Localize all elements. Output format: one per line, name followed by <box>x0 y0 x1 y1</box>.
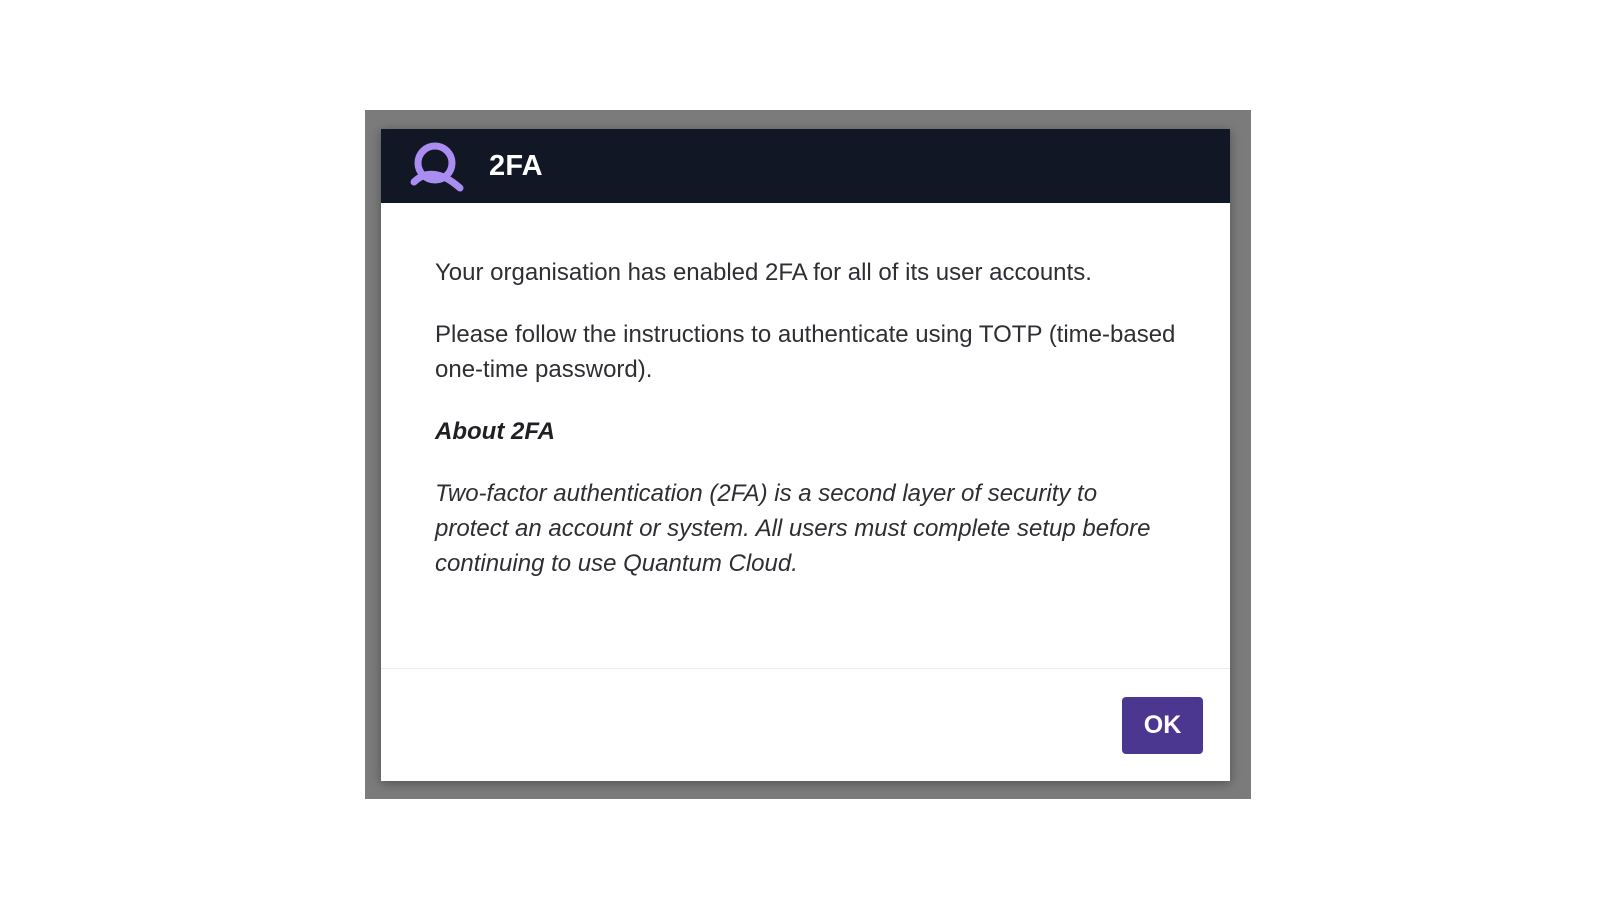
twofa-dialog: 2FA Your organisation has enabled 2FA fo… <box>381 129 1230 781</box>
totp-instructions: Please follow the instructions to authen… <box>435 321 1176 383</box>
dialog-title: 2FA <box>489 149 543 182</box>
quantum-logo-icon <box>408 138 464 194</box>
ok-button[interactable]: OK <box>1122 696 1203 754</box>
page: 2FA Your organisation has enabled 2FA fo… <box>0 0 1600 900</box>
org-2fa-message: Your organisation has enabled 2FA for al… <box>435 259 1092 286</box>
dialog-header: 2FA <box>381 129 1230 203</box>
dialog-body: Your organisation has enabled 2FA for al… <box>381 203 1230 668</box>
about-2fa-heading: About 2FA <box>435 418 555 445</box>
about-2fa-text: Two-factor authentication (2FA) is a sec… <box>435 480 1151 577</box>
dialog-footer: OK <box>381 668 1230 781</box>
